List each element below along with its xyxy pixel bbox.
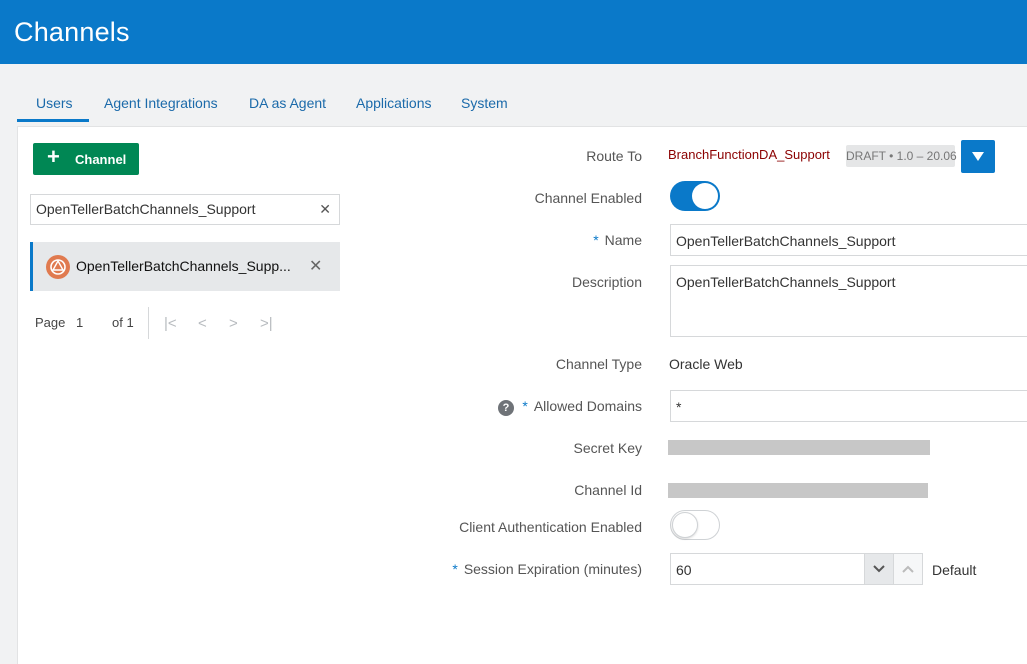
description-label: Description <box>571 274 642 290</box>
description-field[interactable]: OpenTellerBatchChannels_Support <box>670 265 1027 337</box>
channel-web-icon <box>46 255 70 279</box>
required-marker: * <box>593 232 599 248</box>
secret-key-value-redacted <box>668 440 930 455</box>
tab-agent-integrations[interactable]: Agent Integrations <box>104 95 218 123</box>
tab-da-as-agent[interactable]: DA as Agent <box>249 95 326 123</box>
route-to-dropdown-button[interactable] <box>961 140 995 173</box>
session-expiration-label: * Session Expiration (minutes) <box>452 561 642 577</box>
chevron-up-icon <box>902 565 914 573</box>
page-of-label: of 1 <box>112 315 134 330</box>
toggle-knob <box>692 183 718 209</box>
add-channel-label: Channel <box>75 152 127 167</box>
channel-type-value: Oracle Web <box>669 356 743 372</box>
session-expiration-value: 60 <box>676 562 692 578</box>
name-label: * Name <box>593 232 642 248</box>
session-expiration-stepper[interactable]: 60 <box>670 553 923 585</box>
add-channel-button[interactable]: + Channel <box>33 143 139 175</box>
client-auth-label: Client Authentication Enabled <box>459 519 642 535</box>
list-item[interactable]: OpenTellerBatchChannels_Supp... ✕ <box>30 242 340 291</box>
channel-id-label: Channel Id <box>574 482 642 498</box>
default-label: Default <box>932 562 977 578</box>
clear-search-icon[interactable]: ✕ <box>319 201 331 218</box>
description-value: OpenTellerBatchChannels_Support <box>676 274 896 290</box>
channel-enabled-label: Channel Enabled <box>534 190 642 206</box>
search-input[interactable] <box>36 201 316 217</box>
route-to-value[interactable]: BranchFunctionDA_Support <box>668 147 830 162</box>
channel-id-value-redacted <box>668 483 928 498</box>
route-to-label: Route To <box>586 148 642 164</box>
channel-search: ✕ <box>30 194 340 225</box>
version-badge: DRAFT • 1.0 – 20.06 <box>846 145 957 167</box>
required-marker: * <box>452 561 458 577</box>
name-value: OpenTellerBatchChannels_Support <box>676 233 896 249</box>
allowed-domains-label-text: Allowed Domains <box>533 398 642 414</box>
name-field[interactable]: OpenTellerBatchChannels_Support <box>670 224 1027 256</box>
page-label: Page <box>35 315 66 330</box>
active-tab-indicator <box>17 119 89 122</box>
tab-applications[interactable]: Applications <box>356 95 432 123</box>
page-title: Channels <box>14 17 130 47</box>
toggle-knob <box>672 512 698 538</box>
name-label-text: Name <box>604 232 642 248</box>
page-number[interactable]: 1 <box>76 315 83 330</box>
increment-button[interactable] <box>893 553 923 585</box>
prev-page-icon[interactable]: < <box>198 315 207 332</box>
secret-key-label: Secret Key <box>573 440 642 456</box>
app-header: Channels <box>0 0 1027 64</box>
caret-down-icon <box>972 152 984 161</box>
allowed-domains-label: * Allowed Domains <box>522 398 642 414</box>
session-expiration-label-text: Session Expiration (minutes) <box>463 561 642 577</box>
tab-system[interactable]: System <box>461 95 508 123</box>
last-page-icon[interactable]: >| <box>260 315 273 332</box>
list-item-name: OpenTellerBatchChannels_Supp... <box>76 258 291 274</box>
client-auth-toggle[interactable] <box>670 510 720 540</box>
allowed-domains-value: * <box>676 399 682 415</box>
allowed-domains-field[interactable]: * <box>670 390 1027 422</box>
channel-enabled-toggle[interactable] <box>670 181 720 211</box>
required-marker: * <box>522 398 528 414</box>
help-icon[interactable]: ? <box>498 400 514 416</box>
delete-item-icon[interactable]: ✕ <box>309 256 322 276</box>
decrement-button[interactable] <box>864 553 894 585</box>
channel-type-label: Channel Type <box>555 356 642 372</box>
pager-divider <box>148 307 149 339</box>
chevron-down-icon <box>873 565 885 573</box>
next-page-icon[interactable]: > <box>229 315 238 332</box>
plus-icon: + <box>47 144 60 169</box>
first-page-icon[interactable]: |< <box>164 315 177 332</box>
